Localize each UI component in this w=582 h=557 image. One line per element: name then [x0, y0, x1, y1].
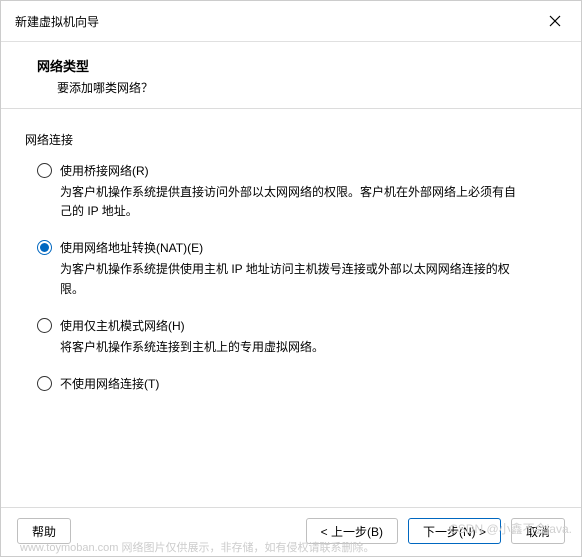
radio-bridged[interactable]: 使用桥接网络(R)	[37, 162, 557, 179]
radio-option-none: 不使用网络连接(T)	[37, 375, 557, 392]
radio-hostonly[interactable]: 使用仅主机模式网络(H)	[37, 317, 557, 334]
wizard-header: 网络类型 要添加哪类网络？	[1, 42, 581, 109]
wizard-content: 网络连接 使用桥接网络(R) 为客户机操作系统提供直接访问外部以太网网络的权限。…	[1, 109, 581, 507]
wizard-dialog: 新建虚拟机向导 网络类型 要添加哪类网络？ 网络连接 使用桥接网络(R) 为客户…	[0, 0, 582, 557]
radio-description: 将客户机操作系统连接到主机上的专用虚拟网络。	[37, 338, 527, 357]
radio-icon	[37, 318, 52, 333]
close-button[interactable]	[541, 9, 569, 33]
close-icon	[549, 15, 561, 27]
radio-nat[interactable]: 使用网络地址转换(NAT)(E)	[37, 239, 557, 256]
radio-option-bridged: 使用桥接网络(R) 为客户机操作系统提供直接访问外部以太网网络的权限。客户机在外…	[37, 162, 557, 221]
titlebar: 新建虚拟机向导	[1, 1, 581, 42]
window-title: 新建虚拟机向导	[15, 13, 99, 30]
radio-label: 不使用网络连接(T)	[60, 375, 159, 392]
radio-label: 使用网络地址转换(NAT)(E)	[60, 239, 203, 256]
radio-description: 为客户机操作系统提供使用主机 IP 地址访问主机拨号连接或外部以太网网络连接的权…	[37, 260, 527, 298]
watermark-bottom: www.toymoban.com 网络图片仅供展示，非存储，如有侵权请联系删除。	[20, 539, 374, 555]
watermark-right: CSDN @小鑫不会java.	[449, 520, 572, 537]
section-label: 网络连接	[25, 131, 557, 148]
radio-none[interactable]: 不使用网络连接(T)	[37, 375, 557, 392]
radio-label: 使用桥接网络(R)	[60, 162, 149, 179]
page-subtitle: 要添加哪类网络？	[37, 79, 561, 96]
radio-label: 使用仅主机模式网络(H)	[60, 317, 185, 334]
radio-option-nat: 使用网络地址转换(NAT)(E) 为客户机操作系统提供使用主机 IP 地址访问主…	[37, 239, 557, 298]
radio-icon	[37, 163, 52, 178]
radio-option-hostonly: 使用仅主机模式网络(H) 将客户机操作系统连接到主机上的专用虚拟网络。	[37, 317, 557, 357]
radio-icon	[37, 376, 52, 391]
radio-description: 为客户机操作系统提供直接访问外部以太网网络的权限。客户机在外部网络上必须有自己的…	[37, 183, 527, 221]
network-radio-group: 使用桥接网络(R) 为客户机操作系统提供直接访问外部以太网网络的权限。客户机在外…	[25, 162, 557, 392]
page-title: 网络类型	[37, 56, 561, 75]
radio-icon	[37, 240, 52, 255]
